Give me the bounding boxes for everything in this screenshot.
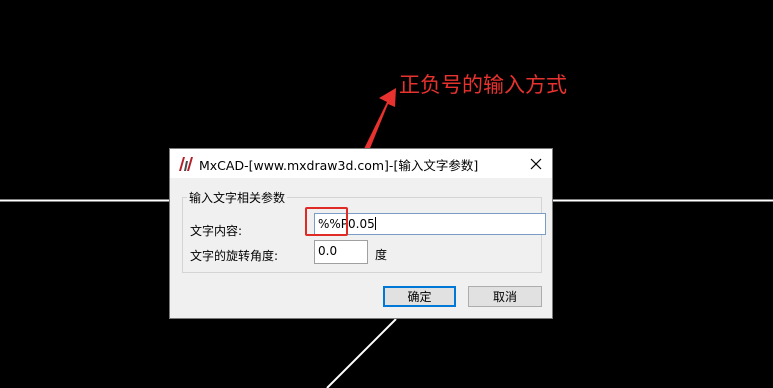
close-button[interactable] [520,149,552,178]
text-content-input[interactable]: %%P0.05 [314,213,546,235]
ok-button[interactable]: 确定 [383,286,456,307]
rotation-angle-label: 文字的旋转角度: [190,249,279,263]
params-group-label: 输入文字相关参数 [187,189,288,206]
close-icon [530,158,542,169]
annotation-label: 正负号的输入方式 [399,73,567,97]
text-caret [374,217,376,230]
rotation-angle-input[interactable]: 0.0 [314,240,368,264]
dialog-titlebar[interactable]: MxCAD-[www.mxdraw3d.com]-[输入文字参数] [170,149,552,178]
cancel-button[interactable]: 取消 [468,286,542,307]
mxcad-app-icon [179,157,193,171]
input-text-params-dialog: MxCAD-[www.mxdraw3d.com]-[输入文字参数] 输入文字相关… [169,148,553,319]
rotation-unit-label: 度 [375,248,388,262]
rotation-angle-value: 0.0 [318,244,338,258]
text-content-label: 文字内容: [190,224,243,238]
annotation-highlight-box [305,207,348,236]
dialog-title: MxCAD-[www.mxdraw3d.com]-[输入文字参数] [199,158,479,173]
cad-diagonal-line [326,318,397,388]
